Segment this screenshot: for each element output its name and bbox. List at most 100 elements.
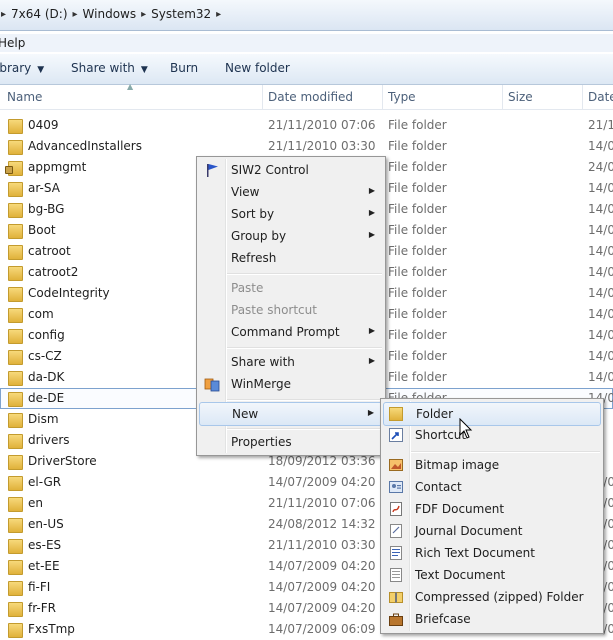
file-name: Boot (28, 223, 56, 237)
folder-icon (8, 623, 23, 638)
submenu-arrow-icon: ▶ (368, 208, 375, 217)
folder-icon (8, 287, 23, 302)
toolbar: ibrary ▼ Share with ▼ Burn New folder (0, 54, 613, 85)
folder-icon (8, 119, 23, 134)
file-row[interactable]: 0409 21/11/2010 07:06 File folder 21/11 (0, 115, 613, 136)
winmerge-icon (204, 378, 220, 392)
column-date-modified[interactable]: Date modified (268, 90, 353, 104)
submenu-arrow-icon: ▶ (368, 186, 375, 195)
column-divider[interactable] (382, 85, 383, 109)
folder-icon (8, 329, 23, 344)
new-folder-button[interactable]: New folder (225, 61, 290, 75)
breadcrumb-windows[interactable]: Windows (79, 7, 141, 21)
menu-help[interactable]: Help (0, 36, 25, 50)
folder-icon (8, 518, 23, 533)
submenu-item-folder[interactable]: Folder (383, 402, 601, 426)
submenu-item-bitmap-image[interactable]: Bitmap image (383, 454, 601, 476)
file-type: File folder (388, 223, 447, 237)
menu-item-view[interactable]: View ▶ (199, 181, 383, 203)
column-size[interactable]: Size (508, 90, 533, 104)
menu-item-refresh[interactable]: Refresh (199, 247, 383, 269)
file-name: cs-CZ (28, 349, 62, 363)
file-type: File folder (388, 181, 447, 195)
folder-icon (8, 266, 23, 281)
submenu-item-briefcase[interactable]: Briefcase (383, 608, 601, 630)
menu-separator (227, 347, 382, 349)
column-divider[interactable] (262, 85, 263, 109)
file-date: 14/07/2009 06:09 (268, 622, 376, 636)
chevron-right-icon[interactable]: ▸ (140, 9, 147, 20)
file-date2: 14/07 (588, 328, 613, 342)
menu-item-new[interactable]: New ▶ (199, 402, 383, 426)
menu-item-paste[interactable]: Paste (199, 277, 383, 299)
text-document-icon (390, 568, 402, 582)
submenu-item-rich-text-document[interactable]: Rich Text Document (383, 542, 601, 564)
file-name: de-DE (28, 391, 65, 405)
menu-item-group-by[interactable]: Group by ▶ (199, 225, 383, 247)
file-name: catroot (28, 244, 71, 258)
folder-icon (8, 413, 23, 428)
column-date[interactable]: Date (588, 90, 613, 104)
menu-item-winmerge[interactable]: WinMerge (199, 373, 383, 395)
folder-icon (8, 392, 23, 407)
menu-label: Share with (231, 355, 295, 369)
chevron-right-icon[interactable]: ▸ (215, 9, 222, 20)
menu-label: Paste shortcut (231, 303, 317, 317)
chevron-right-icon[interactable]: ▸ (72, 9, 79, 20)
file-name: en-US (28, 517, 64, 531)
share-with-button[interactable]: Share with ▼ (71, 61, 148, 75)
submenu-item-journal-document[interactable]: Journal Document (383, 520, 601, 542)
file-date: 21/11/2010 07:06 (268, 118, 376, 132)
folder-icon (8, 308, 23, 323)
file-name: CodeIntegrity (28, 286, 110, 300)
folder-icon (389, 407, 403, 421)
menu-item-siw2-control[interactable]: SIW2 Control (199, 159, 383, 181)
file-name: es-ES (28, 538, 62, 552)
column-divider[interactable] (502, 85, 503, 109)
breadcrumb-system32[interactable]: System32 (147, 7, 215, 21)
file-type: File folder (388, 160, 447, 174)
menu-label: Folder (416, 407, 454, 421)
file-date2: 14/07 (588, 181, 613, 195)
submenu-item-text-document[interactable]: Text Document (383, 564, 601, 586)
file-type: File folder (388, 328, 447, 342)
file-date: 24/08/2012 14:32 (268, 517, 376, 531)
menu-item-paste-shortcut[interactable]: Paste shortcut (199, 299, 383, 321)
menu-item-command-prompt[interactable]: Command Prompt ▶ (199, 321, 383, 343)
file-date2: 14/07 (588, 370, 613, 384)
dropdown-arrow-icon: ▼ (37, 65, 45, 75)
folder-icon (8, 182, 23, 197)
file-name: fr-FR (28, 601, 56, 615)
file-name: Dism (28, 412, 59, 426)
column-type[interactable]: Type (388, 90, 416, 104)
menu-label: New (232, 407, 259, 421)
file-date2: 14/07 (588, 307, 613, 321)
dropdown-arrow-icon: ▼ (140, 65, 148, 75)
menu-label: FDF Document (415, 502, 505, 516)
submenu-item-shortcut[interactable]: Shortcut (383, 424, 601, 446)
submenu-item-compressed-folder[interactable]: Compressed (zipped) Folder (383, 586, 601, 608)
submenu-item-fdf-document[interactable]: FDF Document (383, 498, 601, 520)
menu-item-share-with[interactable]: Share with ▶ (199, 351, 383, 373)
menu-label: Journal Document (415, 524, 523, 538)
submenu-arrow-icon: ▶ (368, 230, 375, 239)
menu-item-sort-by[interactable]: Sort by ▶ (199, 203, 383, 225)
folder-icon (8, 581, 23, 596)
folder-icon (8, 539, 23, 554)
chevron-right-icon[interactable]: ▸ (0, 9, 7, 20)
file-type: File folder (388, 202, 447, 216)
menu-item-properties[interactable]: Properties (199, 431, 383, 453)
column-name[interactable]: Name (7, 90, 42, 104)
column-divider[interactable] (582, 85, 583, 109)
menu-label: Command Prompt (231, 325, 340, 339)
file-row[interactable]: AdvancedInstallers 21/11/2010 03:30 File f… (0, 136, 613, 157)
library-button[interactable]: ibrary ▼ (0, 61, 44, 75)
menu-label: Rich Text Document (415, 546, 535, 560)
file-type: File folder (388, 244, 447, 258)
file-type: File folder (388, 139, 447, 153)
file-type: File folder (388, 118, 447, 132)
burn-button[interactable]: Burn (170, 61, 198, 75)
submenu-item-contact[interactable]: Contact (383, 476, 601, 498)
address-bar[interactable]: ▸ 7x64 (D:) ▸ Windows ▸ System32 ▸ (0, 0, 613, 31)
breadcrumb-drive[interactable]: 7x64 (D:) (7, 7, 71, 21)
